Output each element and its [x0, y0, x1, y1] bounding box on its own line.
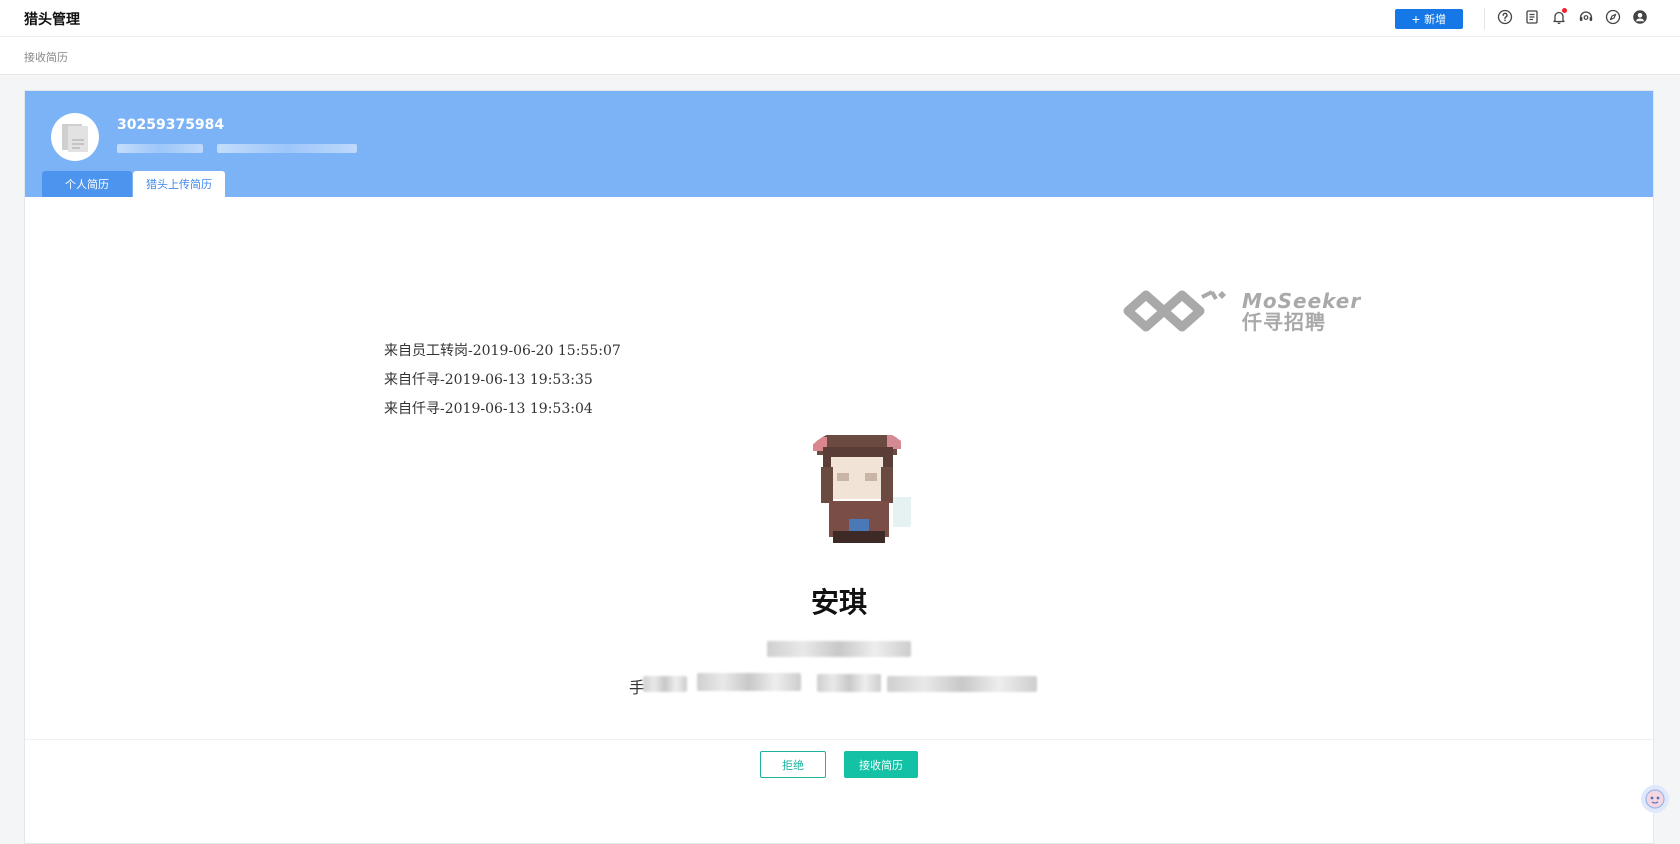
tab-personal-resume[interactable]: 个人简历: [42, 171, 132, 197]
new-button[interactable]: + 新增: [1395, 9, 1463, 29]
reject-button[interactable]: 拒绝: [760, 751, 826, 778]
resume-source-item: 来自仟寻-2019-06-13 19:53:04: [384, 401, 593, 417]
toolbar-icons: [1496, 8, 1648, 25]
document-icon[interactable]: [1523, 8, 1540, 25]
candidate-avatar: [51, 113, 99, 161]
notification-dot: [1562, 8, 1567, 13]
breadcrumb[interactable]: 接收简历: [24, 49, 68, 65]
help-icon[interactable]: [1496, 8, 1513, 25]
moseeker-logo-mark-icon: [1123, 290, 1226, 332]
user-icon[interactable]: [1631, 8, 1648, 25]
breadcrumb-bar: 接收简历: [0, 37, 1680, 75]
redacted-info: [117, 144, 203, 153]
assistant-bot-icon[interactable]: [1641, 785, 1669, 813]
accept-resume-button[interactable]: 接收简历: [844, 751, 918, 778]
resume-source-item: 来自员工转岗-2019-06-20 15:55:07: [384, 343, 621, 359]
support-icon[interactable]: [1577, 8, 1594, 25]
action-bar: 拒绝 接收简历: [25, 739, 1653, 791]
redacted-basic-info: [767, 641, 911, 657]
candidate-photo: [793, 427, 925, 549]
candidate-name: 安琪: [810, 586, 867, 619]
toolbar-divider: [1484, 8, 1485, 30]
logo-text-en: MoSeeker: [1242, 289, 1362, 313]
profile-header: 30259375984 个人简历 猎头上传简历: [25, 91, 1653, 197]
bell-icon[interactable]: [1550, 8, 1567, 25]
new-button-label: 新增: [1424, 14, 1447, 26]
top-bar: 猎头管理 + 新增: [0, 0, 1680, 37]
redacted-contact-info: [697, 673, 801, 691]
plus-icon: +: [1411, 11, 1421, 27]
moseeker-logo: MoSeeker 仟寻招聘: [1120, 287, 1361, 337]
candidate-id: 30259375984: [117, 117, 225, 133]
app-title: 猎头管理: [24, 12, 80, 28]
tab-hunter-uploaded-resume[interactable]: 猎头上传简历: [133, 171, 225, 197]
moseeker-logo-text: MoSeeker 仟寻招聘: [1242, 291, 1361, 333]
resume-source-item: 来自仟寻-2019-06-13 19:53:35: [384, 372, 593, 388]
redacted-contact-info: [887, 676, 1037, 692]
redacted-info: [217, 144, 357, 153]
logo-text-zh: 仟寻招聘: [1242, 310, 1326, 334]
compass-icon[interactable]: [1604, 8, 1621, 25]
redacted-contact-info: [817, 674, 881, 692]
resume-source-list: 来自员工转岗-2019-06-20 15:55:07 来自仟寻-2019-06-…: [384, 337, 621, 424]
resume-file-icon: [62, 124, 88, 152]
redacted-contact-info: [643, 676, 687, 692]
resume-card: 30259375984 个人简历 猎头上传简历 MoSeeker 仟寻招聘 来自…: [24, 90, 1654, 844]
